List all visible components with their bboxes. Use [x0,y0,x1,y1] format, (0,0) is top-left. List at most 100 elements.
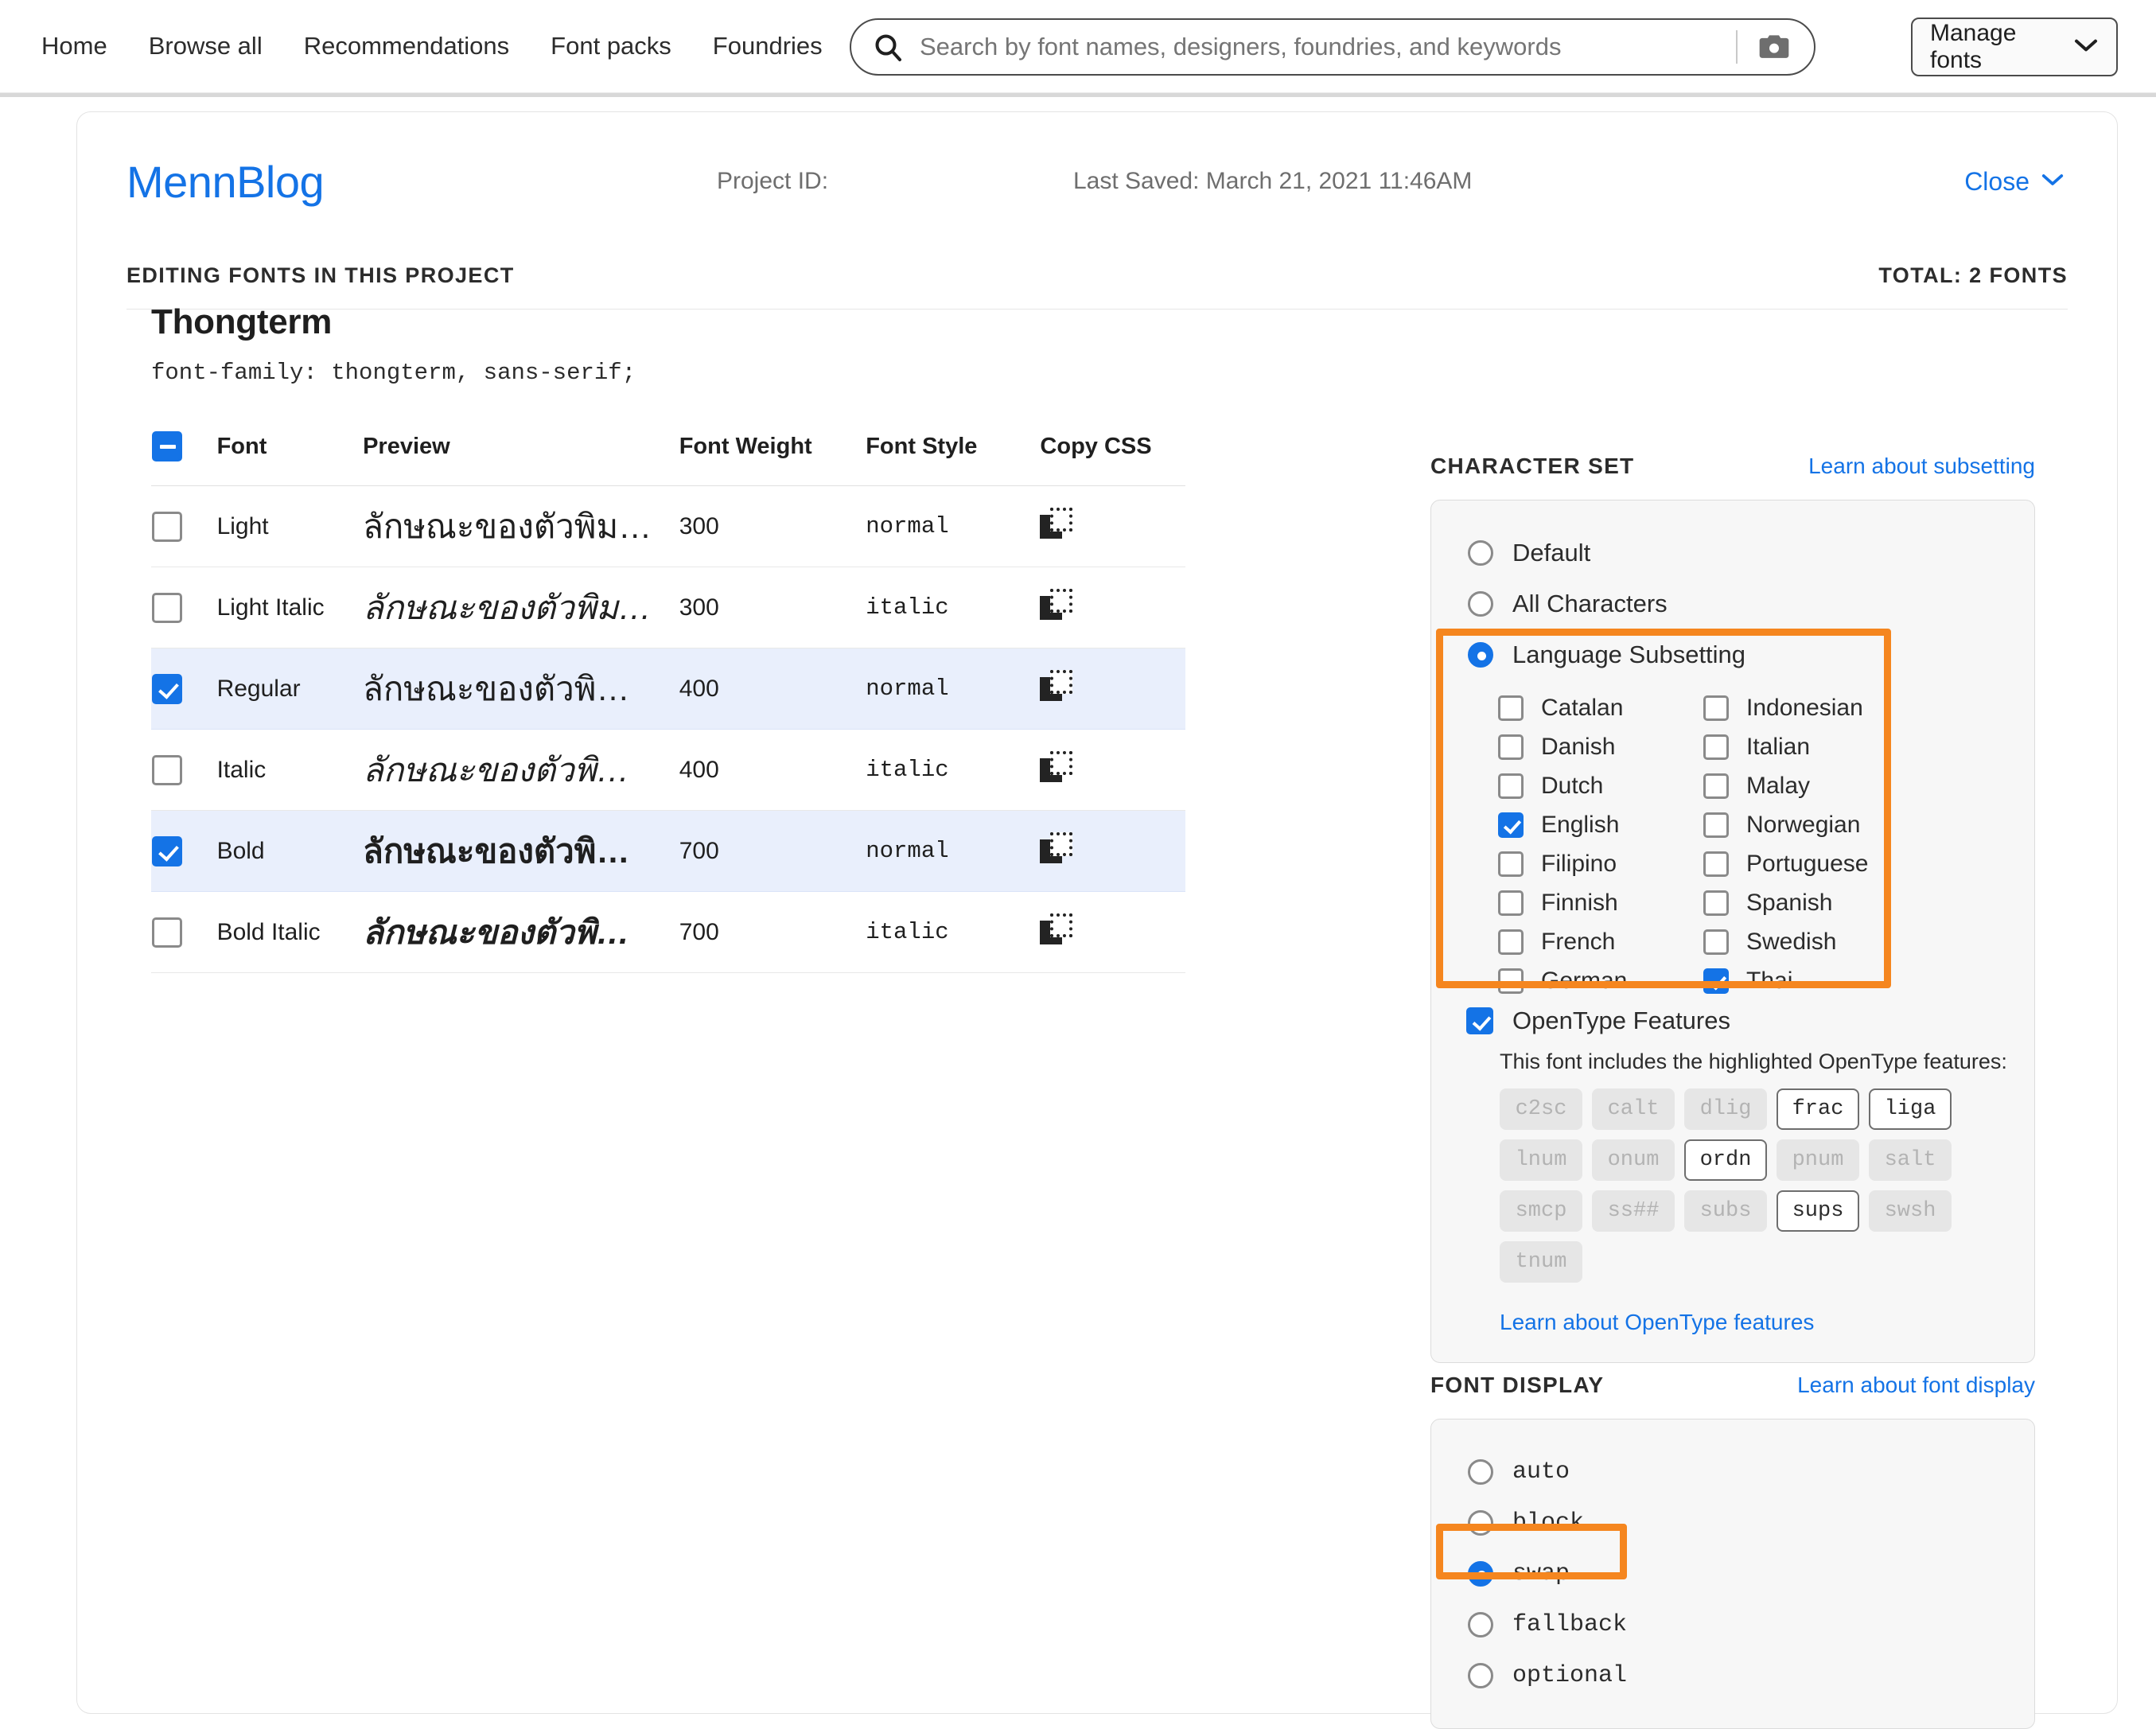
language-checkbox[interactable] [1498,929,1524,955]
charset-option-all-characters[interactable]: All Characters [1431,578,2034,629]
table-row[interactable]: Italicลักษณะของตัวพิ…400italic [151,730,1185,811]
language-checkbox[interactable] [1703,890,1729,916]
table-row[interactable]: Light Italicลักษณะของตัวพิม…300italic [151,567,1185,648]
radio-auto[interactable] [1468,1459,1493,1485]
row-checkbox-cell[interactable] [151,567,216,648]
language-checkbox[interactable] [1498,968,1524,994]
language-option-filipino[interactable]: Filipino [1498,844,1703,883]
row-checkbox-cell[interactable] [151,811,216,892]
language-checkbox[interactable] [1703,851,1729,877]
font-display-option-fallback[interactable]: fallback [1431,1599,2034,1650]
row-checkbox-cell[interactable] [151,892,216,973]
radio-fallback[interactable] [1468,1612,1493,1637]
copy-icon[interactable] [1040,832,1073,866]
row-checkbox[interactable] [152,593,182,623]
opentype-chip-liga[interactable]: liga [1869,1088,1952,1130]
language-checkbox[interactable] [1498,695,1524,721]
nav-link-browse-all[interactable]: Browse all [149,32,263,60]
row-copy-css-cell[interactable] [1039,892,1185,973]
radio-swap[interactable] [1468,1561,1493,1587]
table-row[interactable]: Boldลักษณะของตัวพิ…700normal [151,811,1185,892]
row-checkbox-cell[interactable] [151,648,216,730]
nav-link-recommendations[interactable]: Recommendations [304,32,509,60]
language-checkbox[interactable] [1498,734,1524,760]
language-option-finnish[interactable]: Finnish [1498,883,1703,922]
language-option-catalan[interactable]: Catalan [1498,688,1703,727]
learn-about-font-display-link[interactable]: Learn about font display [1797,1373,2035,1398]
language-option-french[interactable]: French [1498,922,1703,961]
language-option-norwegian[interactable]: Norwegian [1703,805,1909,844]
table-row[interactable]: Lightลักษณะของตัวพิม…300normal [151,486,1185,567]
row-copy-css-cell[interactable] [1039,486,1185,567]
copy-icon[interactable] [1040,670,1073,703]
language-checkbox[interactable] [1498,890,1524,916]
camera-icon[interactable] [1758,33,1790,60]
copy-icon[interactable] [1040,508,1073,541]
row-checkbox-cell[interactable] [151,730,216,811]
search-input[interactable] [918,32,1736,62]
language-checkbox[interactable] [1498,812,1524,838]
opentype-features-checkbox[interactable] [1466,1007,1493,1034]
language-option-thai[interactable]: Thai [1703,961,1909,1000]
nav-link-foundries[interactable]: Foundries [713,32,823,60]
language-option-dutch[interactable]: Dutch [1498,766,1703,805]
table-row[interactable]: Regularลักษณะของตัวพิ…400normal [151,648,1185,730]
language-checkbox[interactable] [1703,734,1729,760]
row-checkbox[interactable] [152,674,182,704]
copy-icon[interactable] [1040,589,1073,622]
language-checkbox[interactable] [1498,773,1524,799]
language-option-indonesian[interactable]: Indonesian [1703,688,1909,727]
radio-optional[interactable] [1468,1663,1493,1688]
language-option-german[interactable]: German [1498,961,1703,1000]
opentype-chip-ordn[interactable]: ordn [1684,1139,1767,1181]
language-option-malay[interactable]: Malay [1703,766,1909,805]
language-checkbox[interactable] [1703,695,1729,721]
language-option-english[interactable]: English [1498,805,1703,844]
charset-option-default[interactable]: Default [1431,528,2034,578]
row-copy-css-cell[interactable] [1039,730,1185,811]
font-display-option-optional[interactable]: optional [1431,1650,2034,1701]
row-checkbox[interactable] [152,917,182,948]
language-option-spanish[interactable]: Spanish [1703,883,1909,922]
learn-about-subsetting-link[interactable]: Learn about subsetting [1808,454,2035,479]
language-option-swedish[interactable]: Swedish [1703,922,1909,961]
copy-icon[interactable] [1040,913,1073,947]
language-checkbox[interactable] [1703,929,1729,955]
row-copy-css-cell[interactable] [1039,567,1185,648]
learn-about-opentype-link[interactable]: Learn about OpenType features [1500,1310,2034,1335]
row-copy-css-cell[interactable] [1039,648,1185,730]
close-button[interactable]: Close [1964,167,2065,197]
font-display-option-auto[interactable]: auto [1431,1447,2034,1497]
font-display-option-block[interactable]: block [1431,1497,2034,1548]
radio-all-characters[interactable] [1468,591,1493,617]
font-display-label: auto [1512,1458,1570,1486]
language-option-portuguese[interactable]: Portuguese [1703,844,1909,883]
nav-link-font-packs[interactable]: Font packs [551,32,671,60]
row-copy-css-cell[interactable] [1039,811,1185,892]
charset-option-language-subsetting[interactable]: Language Subsetting [1431,629,2034,680]
language-checkbox[interactable] [1703,968,1729,994]
opentype-features-row[interactable]: OpenType Features [1431,1007,2034,1035]
row-checkbox[interactable] [152,512,182,542]
select-all-checkbox[interactable] [152,431,182,461]
row-checkbox[interactable] [152,755,182,785]
font-display-option-swap[interactable]: swap [1431,1548,2034,1599]
opentype-chip-frac[interactable]: frac [1777,1088,1859,1130]
radio-block[interactable] [1468,1510,1493,1536]
language-option-danish[interactable]: Danish [1498,727,1703,766]
nav-link-home[interactable]: Home [41,32,107,60]
radio-default[interactable] [1468,540,1493,566]
row-checkbox[interactable] [152,836,182,866]
manage-fonts-button[interactable]: Manage fonts [1911,18,2118,76]
language-checkbox[interactable] [1498,851,1524,877]
language-checkbox[interactable] [1703,812,1729,838]
radio-language-subsetting[interactable] [1468,642,1493,668]
project-title[interactable]: MennBlog [126,156,324,208]
copy-icon[interactable] [1040,751,1073,785]
language-checkbox[interactable] [1703,773,1729,799]
opentype-chip-sups[interactable]: sups [1777,1190,1859,1232]
language-option-italian[interactable]: Italian [1703,727,1909,766]
table-row[interactable]: Bold Italicลักษณะของตัวพิ…700italic [151,892,1185,973]
search-bar[interactable] [850,18,1815,76]
row-checkbox-cell[interactable] [151,486,216,567]
